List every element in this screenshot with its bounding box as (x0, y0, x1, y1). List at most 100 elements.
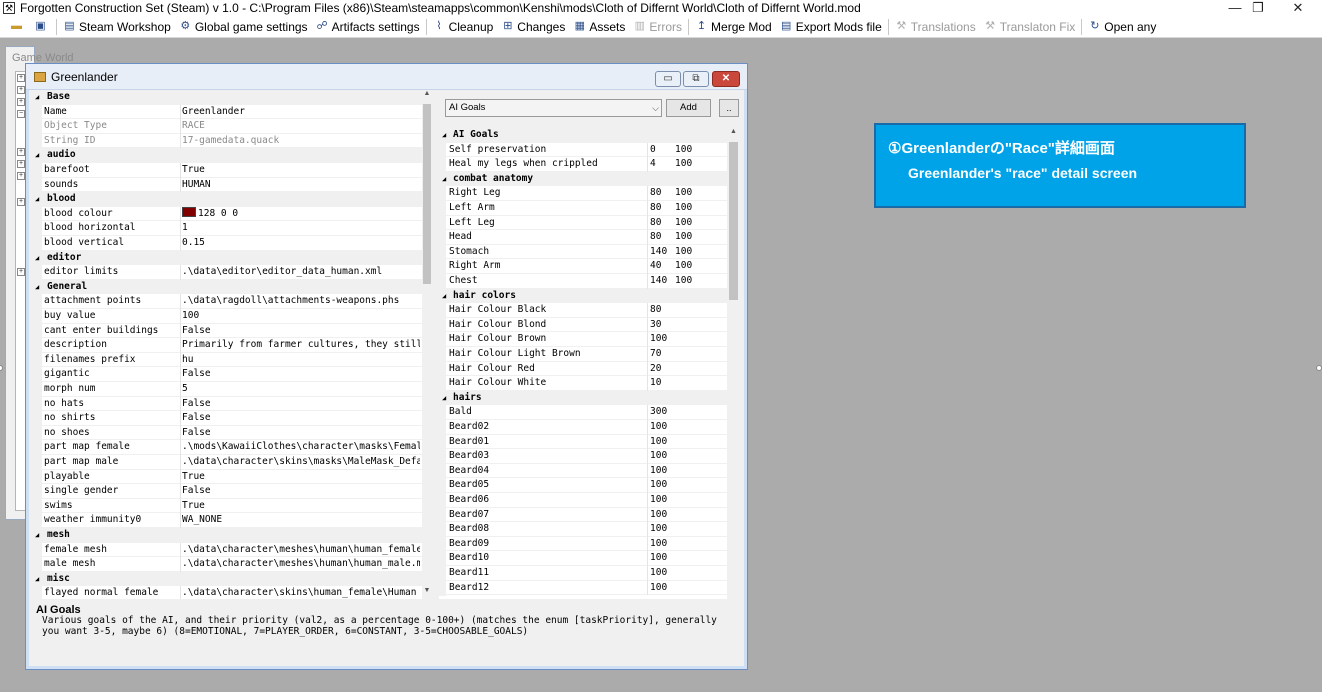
window-title-bar[interactable]: Greenlander ▭ ⧉ ✕ (26, 64, 747, 90)
list-item[interactable]: Stomach 140 100 (439, 244, 727, 260)
property-row[interactable]: weather immunity0 WA_NONE (32, 513, 422, 528)
item-value-2[interactable]: 100 (674, 230, 714, 245)
list-category[interactable]: ◢ hairs (439, 390, 727, 406)
property-row[interactable]: barefoot True (32, 163, 422, 178)
save-button[interactable]: ▣ (30, 17, 54, 37)
property-value[interactable]: .\data\ragdoll\attachments-weapons.phs (180, 294, 420, 309)
toolbar-cleanup-button[interactable]: ⌇ Cleanup (429, 17, 498, 37)
list-item[interactable]: Hair Colour Brown 100 (439, 332, 727, 347)
scrollbar-thumb[interactable] (729, 142, 738, 300)
property-value[interactable]: 1 (180, 221, 420, 236)
collapse-triangle-icon[interactable]: ◢ (35, 528, 39, 543)
property-value[interactable]: False (180, 323, 420, 339)
tree-expand-icon[interactable]: + (17, 172, 25, 180)
property-row[interactable]: editor limits .\data\editor\editor_data_h… (32, 265, 422, 280)
item-value-1[interactable]: 30 (647, 317, 673, 333)
item-value-1[interactable]: 100 (647, 493, 673, 508)
item-value-1[interactable]: 20 (647, 361, 673, 377)
property-category[interactable]: ◢ Base (32, 90, 422, 105)
property-value[interactable]: False (180, 484, 420, 499)
list-item[interactable]: Hair Colour Blond 30 (439, 317, 727, 333)
greenlander-window[interactable]: Greenlander ▭ ⧉ ✕ ◢ Base Name Greenlander Ob… (25, 63, 748, 670)
item-value-1[interactable]: 100 (647, 449, 673, 464)
item-value-1[interactable]: 80 (647, 201, 673, 216)
property-row[interactable]: no shirts False (32, 411, 422, 426)
property-row[interactable]: filenames prefix hu (32, 352, 422, 368)
property-value[interactable]: RACE (180, 119, 420, 134)
property-value[interactable]: 0.15 (180, 236, 420, 251)
collapse-triangle-icon[interactable]: ◢ (442, 289, 446, 304)
list-category[interactable]: ◢ hair colors (439, 288, 727, 304)
property-row[interactable]: no hats False (32, 396, 422, 412)
property-value[interactable]: False (180, 367, 420, 382)
item-value-1[interactable]: 70 (647, 347, 673, 362)
property-value[interactable]: .\data\editor\editor_data_human.xml (180, 265, 420, 280)
resize-handle[interactable] (0, 365, 3, 371)
property-category[interactable]: ◢ blood (32, 192, 422, 207)
toolbar-merge-mod-button[interactable]: ↥ Merge Mod (691, 17, 776, 37)
property-value[interactable]: 128 0 0 (180, 206, 420, 222)
property-row[interactable]: part map male .\data\character\skins\mask… (32, 455, 422, 470)
property-value[interactable]: HUMAN (180, 177, 420, 193)
toolbar-translations-button[interactable]: ⚒ Translations (891, 17, 980, 37)
item-value-2[interactable]: 100 (674, 259, 714, 274)
collapse-triangle-icon[interactable]: ◢ (35, 192, 39, 207)
tree-collapse-icon[interactable]: − (17, 110, 25, 118)
item-value-1[interactable]: 100 (647, 580, 673, 596)
toolbar-steam-workshop-button[interactable]: ▤ Steam Workshop (59, 17, 175, 37)
property-value[interactable]: hu (180, 352, 420, 368)
open-folder-button[interactable]: ▬ (6, 17, 30, 37)
item-value-1[interactable]: 4 (647, 157, 673, 172)
toolbar-errors-button[interactable]: ▥ Errors (629, 17, 686, 37)
property-value[interactable]: .\data\character\meshes\human\human_fema… (180, 542, 420, 558)
list-item[interactable]: Beard12 100 (439, 580, 727, 596)
property-value[interactable]: True (180, 469, 420, 485)
toolbar-translaton-fix-button[interactable]: ⚒ Translaton Fix (980, 17, 1080, 37)
property-value[interactable]: False (180, 396, 420, 412)
toolbar-open-any-button[interactable]: ↻ Open any (1084, 17, 1160, 37)
list-item[interactable]: Bald 300 (439, 405, 727, 420)
property-row[interactable]: no shoes False (32, 425, 422, 441)
list-item[interactable]: Self preservation 0 100 (439, 142, 727, 158)
item-value-2[interactable]: 100 (674, 201, 714, 216)
item-value-1[interactable]: 80 (647, 303, 673, 318)
item-value-1[interactable]: 0 (647, 142, 673, 158)
property-value[interactable]: Greenlander (180, 104, 420, 120)
close-icon[interactable]: ✕ (1283, 0, 1313, 16)
item-value-1[interactable]: 100 (647, 536, 673, 552)
property-row[interactable]: male mesh .\data\character\meshes\human\h… (32, 557, 422, 572)
item-value-1[interactable]: 100 (647, 522, 673, 537)
toolbar-export-mods-file-button[interactable]: ▤ Export Mods file (776, 17, 886, 37)
item-value-1[interactable]: 100 (647, 463, 673, 479)
property-value[interactable]: 5 (180, 382, 420, 397)
item-value-1[interactable]: 140 (647, 244, 673, 260)
property-row[interactable]: cant enter buildings False (32, 323, 422, 339)
reference-list-scrollbar[interactable]: ▲ (727, 128, 740, 599)
property-category[interactable]: ◢ editor (32, 250, 422, 266)
list-item[interactable]: Head 80 100 (439, 230, 727, 245)
item-value-1[interactable]: 10 (647, 376, 673, 391)
collapse-triangle-icon[interactable]: ◢ (35, 572, 39, 587)
item-value-1[interactable]: 100 (647, 566, 673, 581)
property-row[interactable]: part map female .\mods\KawaiiClothes\char… (32, 440, 422, 455)
item-value-1[interactable]: 100 (647, 478, 673, 493)
window-minimize-button[interactable]: ▭ (655, 71, 681, 87)
property-row[interactable]: gigantic False (32, 367, 422, 382)
list-item[interactable]: Beard10 100 (439, 551, 727, 566)
toolbar-global-game-settings-button[interactable]: ⚙ Global game settings (175, 17, 312, 37)
toolbar-changes-button[interactable]: ⊞ Changes (497, 17, 569, 37)
tree-expand-icon[interactable]: + (17, 148, 25, 156)
property-row[interactable]: female mesh .\data\character\meshes\human… (32, 542, 422, 558)
property-row[interactable]: attachment points .\data\ragdoll\attachme… (32, 294, 422, 309)
collapse-triangle-icon[interactable]: ◢ (35, 251, 39, 266)
list-item[interactable]: Beard08 100 (439, 522, 727, 537)
collapse-triangle-icon[interactable]: ◢ (35, 148, 39, 163)
item-value-1[interactable]: 80 (647, 230, 673, 245)
item-value-1[interactable]: 80 (647, 215, 673, 231)
item-value-1[interactable]: 100 (647, 551, 673, 566)
property-category[interactable]: ◢ mesh (32, 528, 422, 543)
add-button[interactable]: Add (666, 99, 711, 117)
window-restore-button[interactable]: ⧉ (683, 71, 709, 87)
item-value-1[interactable]: 300 (647, 405, 673, 420)
property-value[interactable]: False (180, 425, 420, 441)
